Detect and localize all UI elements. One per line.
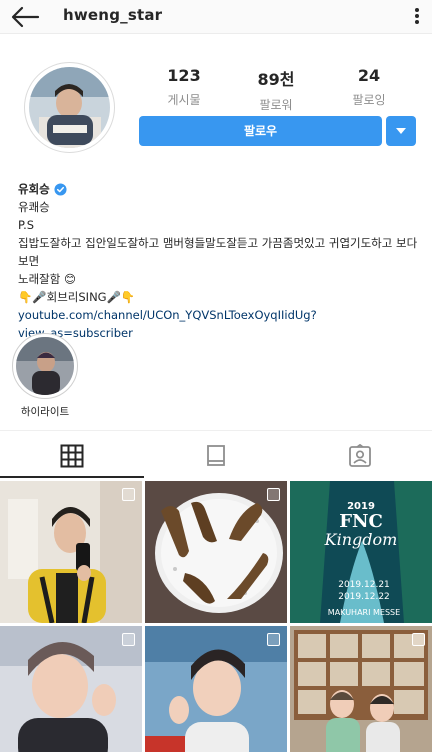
followers-count: 89천 [257,70,295,89]
stat-followers[interactable]: 89천 팔로워 [231,66,321,113]
post-thumbnail[interactable] [0,481,142,623]
tab-grid[interactable] [0,431,144,481]
stat-posts[interactable]: 123 게시물 [139,66,229,108]
bio-line-2: 집밥도잘하고 집안일도잘하고 맴버형들말도잘듣고 가끔좀멋있고 귀엽기도하고 보… [18,236,418,268]
post-thumbnail[interactable] [0,626,142,752]
avatar-photo [29,67,110,148]
verified-badge-icon [54,182,67,196]
tagged-icon [349,444,371,467]
multiple-photos-icon [267,488,280,501]
arrow-left-icon [11,6,40,28]
poster-date-2: 2019.12.22 [338,592,390,602]
followers-label: 팔로워 [259,98,293,112]
profile-bio: 유회승 유쾌승 P.S 집밥도잘하고 집안일도잘하고 맴버형들말도잘듣고 가끔좀… [18,180,418,342]
bio-website-link[interactable]: youtube.com/channel/UCOn_YQVSnLToexOyqII… [18,306,418,342]
poster-date-1: 2019.12.21 [338,580,390,590]
multiple-photos-icon [267,633,280,646]
multiple-photos-icon [412,633,425,646]
tab-igtv[interactable] [144,431,288,481]
igtv-icon [207,445,225,466]
profile-full-name: 유회승 [18,182,50,196]
highlight-cover [16,337,74,395]
poster-venue: MAKUHARI MESSE [328,608,400,617]
post-thumbnail[interactable]: 2019 FNC Kingdom 2019.12.21 2019.12.22 M… [290,481,432,623]
profile-name-row: 유회승 [18,180,418,198]
stat-following[interactable]: 24 팔로잉 [324,66,414,108]
profile-username-title: hweng_star [63,6,163,24]
posts-label: 게시물 [167,93,201,107]
profile-avatar[interactable] [24,62,115,153]
highlight-label: 하이라이트 [20,406,70,418]
profile-tabs [0,430,432,480]
tab-tagged[interactable] [288,431,432,481]
post-thumbnail[interactable] [290,626,432,752]
bio-line-3: 노래잘함 😊 [18,272,76,286]
caret-down-icon [396,128,406,134]
grid-icon [60,444,84,468]
more-vertical-icon [415,8,419,24]
post-thumbnail[interactable] [145,626,287,752]
back-button[interactable] [8,4,42,30]
follow-button[interactable]: 팔로우 [139,116,382,146]
multiple-photos-icon [122,633,135,646]
top-bar: hweng_star [0,0,432,34]
post-grid: 2019 FNC Kingdom 2019.12.21 2019.12.22 M… [0,481,432,752]
bio-line-4: 👇🎤회브리SING🎤👇 [18,290,136,304]
following-label: 팔로잉 [352,93,386,107]
multiple-photos-icon [122,488,135,501]
bio-line-1: P.S [18,218,35,232]
story-highlight[interactable] [12,333,78,399]
posts-count: 123 [167,66,201,85]
poster-title: FNC [339,511,383,532]
active-tab-indicator [0,476,144,478]
poster-subtitle: Kingdom [324,530,398,549]
profile-category: 유쾌승 [18,200,50,214]
suggested-accounts-dropdown-button[interactable] [386,116,416,146]
more-options-button[interactable] [412,6,422,26]
following-count: 24 [357,66,381,85]
post-thumbnail[interactable] [145,481,287,623]
